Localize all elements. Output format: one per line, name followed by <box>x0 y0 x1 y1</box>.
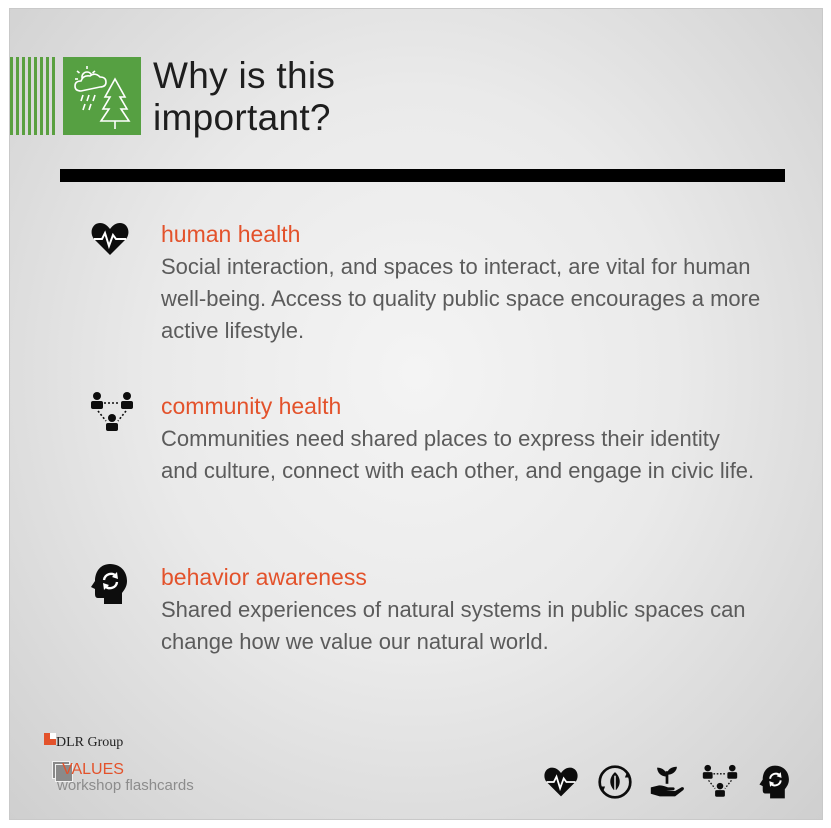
weather-forest-icon <box>63 57 141 135</box>
item-heading: behavior awareness <box>161 564 367 590</box>
head-cycle-icon <box>757 764 793 800</box>
community-network-icon <box>90 391 133 431</box>
company-name: DLR Group <box>56 735 124 750</box>
title-divider <box>60 169 785 182</box>
workshop-flashcards-label: workshop flashcards <box>57 777 194 794</box>
item-body: Shared experiences of natural systems in… <box>161 597 746 654</box>
hand-sprout-icon <box>649 764 685 800</box>
item-body: Communities need shared places to expres… <box>161 426 755 483</box>
heart-pulse-icon <box>90 219 130 259</box>
decorative-stripes <box>10 57 56 135</box>
flashcard: Why is this important? human health Soci… <box>9 8 823 820</box>
title-line-1: Why is this <box>153 55 336 96</box>
item-body: Social interaction, and spaces to intera… <box>161 254 761 343</box>
community-network-icon <box>702 764 738 800</box>
item-heading: human health <box>161 221 301 247</box>
heart-pulse-icon <box>543 764 579 800</box>
footer-icon-row <box>543 764 793 800</box>
logo-mark-icon <box>44 733 56 745</box>
item-heading: community health <box>161 393 342 419</box>
page-title: Why is this important? <box>153 55 573 139</box>
recycle-leaf-icon <box>597 764 633 800</box>
title-line-2: important? <box>153 97 331 138</box>
head-cycle-icon <box>90 562 130 604</box>
